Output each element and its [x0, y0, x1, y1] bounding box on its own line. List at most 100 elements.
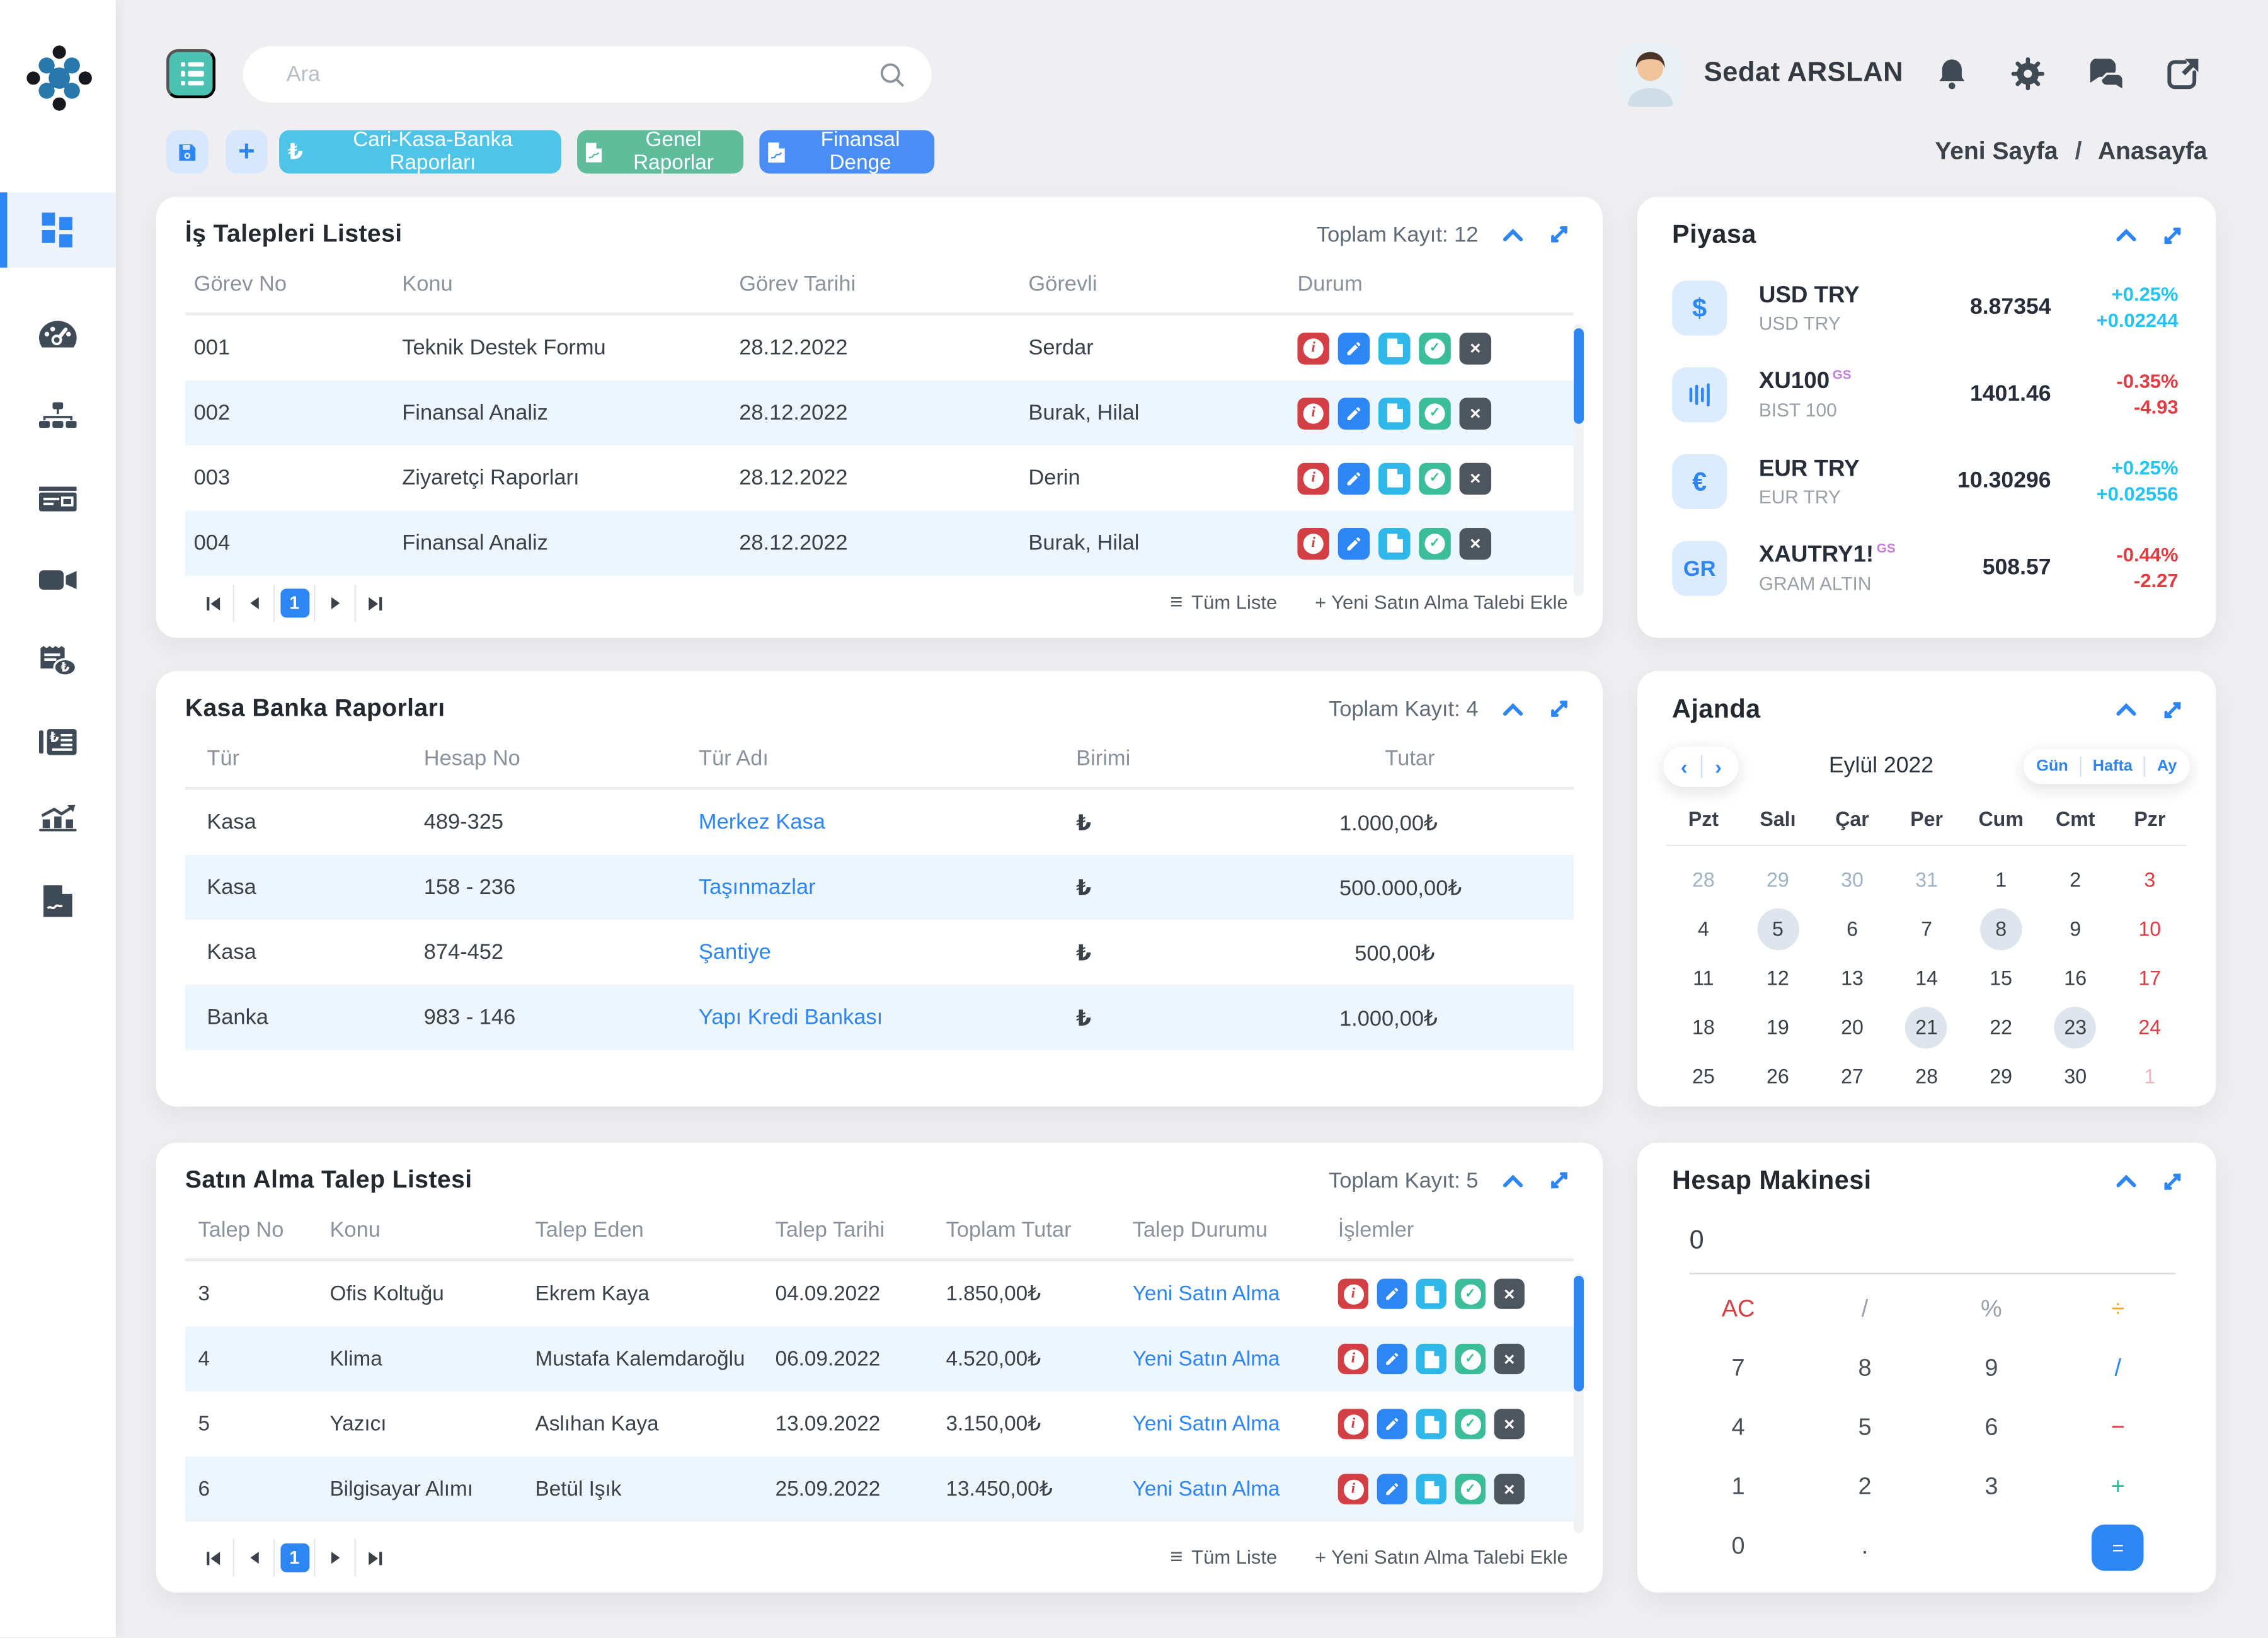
day-cell[interactable]: 21 — [1889, 1002, 1964, 1051]
day-cell[interactable]: 4 — [1666, 904, 1741, 953]
page-prev-button[interactable] — [233, 585, 273, 622]
day-cell[interactable]: 9 — [2038, 904, 2112, 953]
document-button[interactable] — [1416, 1344, 1446, 1374]
day-cell[interactable]: 31 — [1889, 855, 1964, 904]
day-cell[interactable]: 15 — [1964, 953, 2038, 1002]
approve-button[interactable]: ✓ — [1419, 527, 1451, 559]
sidebar-item-ledger[interactable]: ₺ — [0, 704, 116, 779]
sidebar-item-analytics[interactable] — [0, 779, 116, 854]
calc-key-dot[interactable]: . — [1802, 1517, 1928, 1576]
collapse-chevron-icon[interactable] — [1503, 702, 1523, 716]
day-cell[interactable]: 27 — [1815, 1051, 1889, 1101]
table-row[interactable]: Banka983 - 146 Yapı Kredi Bankası ₺ 1.00… — [185, 985, 1574, 1050]
collapse-chevron-icon[interactable] — [2116, 703, 2136, 716]
market-row[interactable]: € EUR TRYEUR TRY 10.30296 +0.25%+0.02556 — [1637, 438, 2216, 525]
delete-button[interactable]: × — [1494, 1474, 1525, 1504]
sidebar-item-dashboard[interactable] — [0, 192, 116, 267]
status-link[interactable]: Yeni Satın Alma — [1133, 1348, 1338, 1371]
notifications-bell-icon[interactable] — [1934, 55, 1970, 93]
delete-button[interactable]: × — [1494, 1279, 1525, 1309]
day-cell[interactable]: 3 — [2112, 855, 2187, 904]
status-link[interactable]: Yeni Satın Alma — [1133, 1412, 1338, 1436]
next-month-button[interactable]: › — [1715, 757, 1722, 777]
info-button[interactable]: i — [1297, 462, 1329, 495]
sidebar-item-video[interactable] — [0, 542, 116, 617]
edit-button[interactable] — [1338, 462, 1370, 495]
day-cell[interactable]: 13 — [1815, 953, 1889, 1002]
view-week[interactable]: Hafta — [2093, 758, 2133, 776]
day-cell[interactable]: 16 — [2038, 953, 2112, 1002]
calc-key-9[interactable]: 9 — [1928, 1339, 2054, 1399]
view-day[interactable]: Gün — [2036, 758, 2068, 776]
table-row[interactable]: 5Yazıcı Aslıhan Kaya13.09.2022 3.150,00₺… — [185, 1392, 1574, 1457]
sidebar-item-report[interactable] — [0, 864, 116, 939]
document-button[interactable] — [1378, 527, 1411, 559]
add-purchase-request-link[interactable]: + Yeni Satın Alma Talebi Ekle — [1315, 592, 1568, 613]
market-row[interactable]: GR XAUTRY1!GSGRAM ALTIN 508.57 -0.44%-2.… — [1637, 525, 2216, 612]
table-row[interactable]: 003Ziyaretçi Raporları 28.12.2022Derin i… — [185, 445, 1574, 510]
table-scrollbar[interactable] — [1574, 324, 1584, 596]
settings-gear-icon[interactable] — [2009, 55, 2047, 93]
day-cell[interactable]: 24 — [2112, 1002, 2187, 1051]
document-button[interactable] — [1378, 332, 1411, 364]
page-last-button[interactable] — [354, 1539, 394, 1577]
info-button[interactable]: i — [1297, 332, 1329, 364]
collapse-chevron-icon[interactable] — [2116, 229, 2136, 242]
delete-button[interactable]: × — [1494, 1344, 1525, 1374]
day-cell[interactable]: 30 — [1815, 855, 1889, 904]
calc-key-divide[interactable]: ÷ — [2054, 1280, 2181, 1339]
calc-key-5[interactable]: 5 — [1802, 1399, 1928, 1458]
table-row[interactable]: Kasa489-325 Merkez Kasa ₺ 1.000,00₺ — [185, 790, 1574, 855]
calc-key-2[interactable]: 2 — [1802, 1458, 1928, 1517]
page-last-button[interactable] — [354, 585, 394, 622]
account-link[interactable]: Taşınmazlar — [699, 875, 1076, 900]
day-cell[interactable]: 18 — [1666, 1002, 1741, 1051]
day-cell[interactable]: 29 — [1741, 855, 1815, 904]
page-prev-button[interactable] — [233, 1539, 273, 1577]
approve-button[interactable]: ✓ — [1419, 397, 1451, 429]
info-button[interactable]: i — [1338, 1474, 1368, 1504]
edit-button[interactable] — [1377, 1409, 1407, 1439]
day-cell[interactable]: 28 — [1889, 1051, 1964, 1101]
status-link[interactable]: Yeni Satın Alma — [1133, 1477, 1338, 1501]
sidebar-item-speedometer[interactable] — [0, 297, 116, 372]
day-cell[interactable]: 25 — [1666, 1051, 1741, 1101]
day-cell[interactable]: 1 — [2112, 1051, 2187, 1101]
calc-key-multiply[interactable]: / — [2054, 1339, 2181, 1399]
day-cell[interactable]: 29 — [1964, 1051, 2038, 1101]
add-tab-button[interactable]: + — [226, 130, 268, 174]
calc-key-1[interactable]: 1 — [1675, 1458, 1802, 1517]
day-cell[interactable]: 30 — [2038, 1051, 2112, 1101]
expand-icon[interactable] — [1548, 223, 1571, 246]
info-button[interactable]: i — [1338, 1279, 1368, 1309]
table-row[interactable]: 004Finansal Analiz 28.12.2022Burak, Hila… — [185, 510, 1574, 575]
edit-button[interactable] — [1338, 397, 1370, 429]
page-first-button[interactable] — [194, 1539, 233, 1577]
table-row[interactable]: 4Klima Mustafa Kalemdaroğlu06.09.2022 4.… — [185, 1326, 1574, 1391]
document-button[interactable] — [1378, 397, 1411, 429]
day-cell[interactable]: 14 — [1889, 953, 1964, 1002]
page-next-button[interactable] — [314, 1539, 354, 1577]
tab-cari-kasa-banka[interactable]: ₺ Cari-Kasa-Banka Raporları — [279, 130, 561, 174]
expand-icon[interactable] — [2161, 224, 2184, 247]
calc-key-plus[interactable]: + — [2054, 1458, 2181, 1517]
calc-key-minus[interactable]: − — [2054, 1399, 2181, 1458]
tab-finansal-denge[interactable]: Finansal Denge — [759, 130, 934, 174]
calc-key-percent[interactable]: % — [1928, 1280, 2054, 1339]
info-button[interactable]: i — [1338, 1409, 1368, 1439]
document-button[interactable] — [1416, 1409, 1446, 1439]
breadcrumb-current[interactable]: Yeni Sayfa — [1935, 137, 2058, 165]
table-row[interactable]: Kasa158 - 236 Taşınmazlar ₺ 500.000,00₺ — [185, 855, 1574, 920]
table-row[interactable]: 001Teknik Destek Formu 28.12.2022Serdar … — [185, 316, 1574, 381]
calc-key-slash[interactable]: / — [1802, 1280, 1928, 1339]
day-cell[interactable]: 20 — [1815, 1002, 1889, 1051]
day-cell[interactable]: 10 — [2112, 904, 2187, 953]
calc-key-ac[interactable]: AC — [1675, 1280, 1802, 1339]
calc-key-6[interactable]: 6 — [1928, 1399, 2054, 1458]
page-first-button[interactable] — [194, 585, 233, 622]
collapse-chevron-icon[interactable] — [1503, 228, 1523, 241]
expand-icon[interactable] — [1548, 1169, 1571, 1192]
prev-month-button[interactable]: ‹ — [1681, 757, 1688, 777]
info-button[interactable]: i — [1297, 527, 1329, 559]
calc-key-equals[interactable]: = — [2092, 1524, 2144, 1570]
